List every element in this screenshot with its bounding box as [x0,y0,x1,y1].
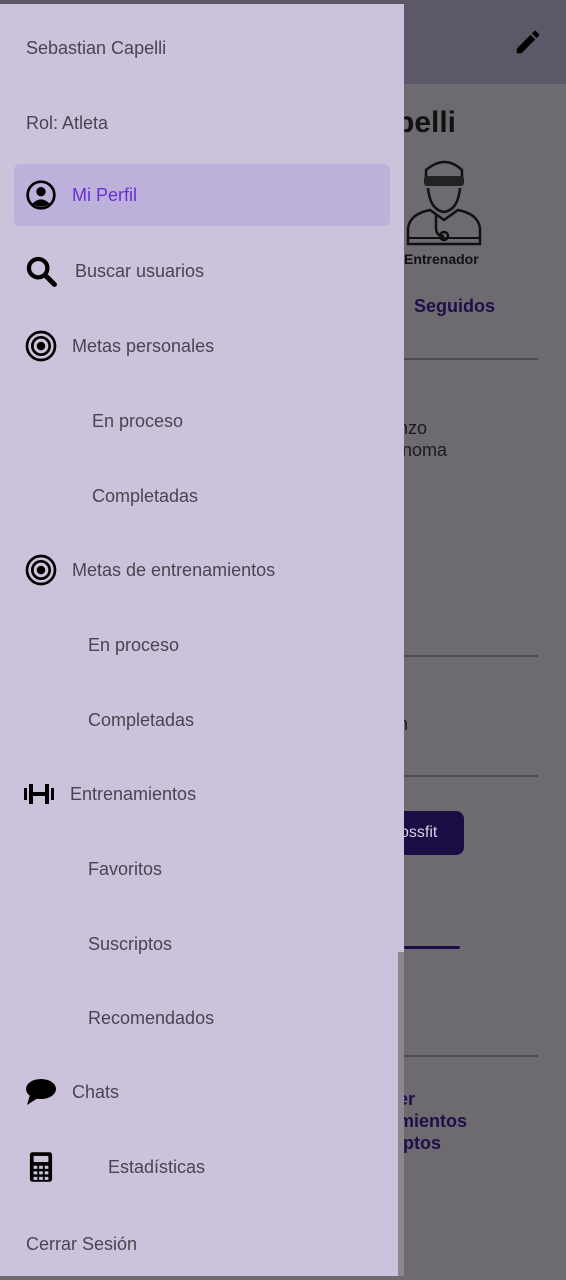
user-role: Rol: Atleta [26,113,109,133]
submenu-item-subscribed[interactable]: Suscriptos [88,921,388,967]
submenu-item-recommended[interactable]: Recomendados [88,995,388,1041]
chip-label: ossfit [400,824,438,841]
submenu-item-completed[interactable]: Completadas [92,473,392,519]
menu-item-label: Metas personales [72,335,215,356]
menu-item-label: Entrenamientos [70,783,197,804]
tab-followed[interactable]: Seguidos [414,296,495,317]
menu-item-label: Chats [72,1081,120,1102]
text-fragment: noma [402,440,448,460]
link-line[interactable]: iptos [398,1133,441,1154]
dumbbell-icon [22,777,56,811]
account-circle-icon [24,178,58,212]
divider [404,655,538,657]
navigation-drawer: Sebastian Capelli Rol: Atleta Mi Perfil … [0,4,404,1276]
submenu-item-favorites[interactable]: Favoritos [88,846,388,892]
target-icon [24,553,58,587]
menu-item-personal-goals[interactable]: Metas personales [14,315,390,377]
menu-item-trainings[interactable]: Entrenamientos [14,763,390,825]
target-icon [24,329,58,363]
chat-bubble-icon [24,1075,58,1109]
menu-item-training-goals[interactable]: Metas de entrenamientos [14,539,390,601]
menu-item-label: Mi Perfil [72,184,138,205]
menu-item-chats[interactable]: Chats [14,1061,390,1123]
menu-item-label: Buscar usuarios [75,260,205,281]
link-line[interactable]: mientos [398,1111,467,1132]
profile-name: pelli [396,106,457,139]
pencil-icon [516,30,540,54]
tab-indicator [404,946,460,949]
submenu-item-in-progress[interactable]: En proceso [92,398,392,444]
coach-label: Entrenador [404,251,479,267]
menu-item-label: Estadísticas [108,1156,206,1177]
submenu-item-completed[interactable]: Completadas [88,697,388,743]
menu-item-my-profile[interactable]: Mi Perfil [14,164,390,226]
divider [404,1055,538,1057]
menu-item-label: Metas de entrenamientos [72,559,276,580]
edit-button[interactable] [512,26,544,58]
search-icon [24,254,58,288]
scrollbar[interactable] [398,952,404,1276]
divider [404,775,538,777]
coach-icon [406,160,482,246]
calculator-icon [24,1150,58,1184]
submenu-item-in-progress[interactable]: En proceso [88,622,388,668]
divider [404,358,538,360]
logout-button[interactable]: Cerrar Sesión [26,1234,137,1255]
menu-item-statistics[interactable]: Estadísticas [14,1136,390,1198]
user-name: Sebastian Capelli [26,38,167,58]
menu-item-search-users[interactable]: Buscar usuarios [14,240,390,302]
